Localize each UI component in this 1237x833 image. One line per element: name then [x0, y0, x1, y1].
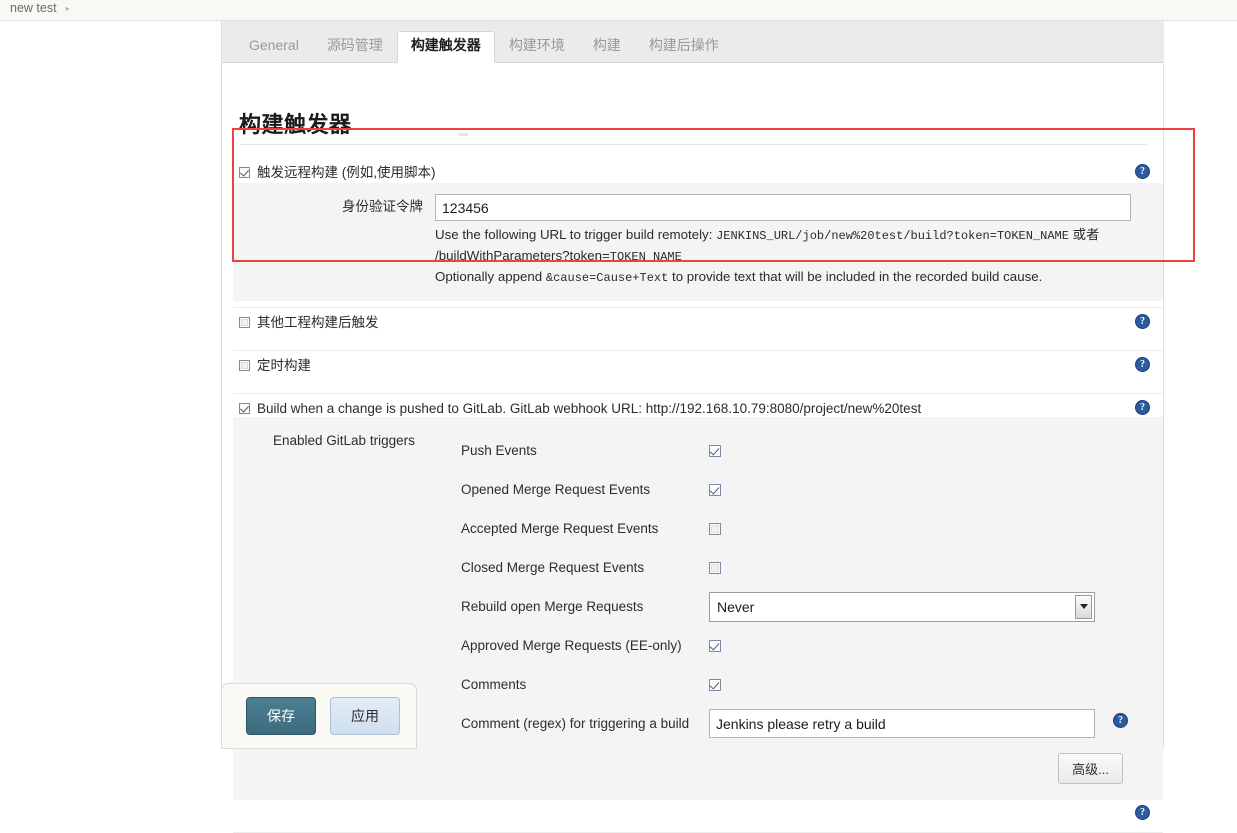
breadcrumb-item-project[interactable]: new test: [10, 1, 57, 15]
help-icon-gitlab-advanced[interactable]: ?: [1135, 805, 1150, 820]
advanced-button[interactable]: 高级...: [1058, 753, 1123, 784]
label-comments: Comments: [461, 677, 527, 692]
config-tab-bar: General 源码管理 构建触发器 构建环境 构建 构建后操作: [222, 21, 1164, 63]
breadcrumb: new test ▸: [10, 1, 70, 15]
select-rebuild-open-merge-requests[interactable]: Never: [709, 591, 1095, 622]
help-line1-suffix: 或者: [1068, 227, 1100, 242]
label-push-events: Push Events: [461, 443, 537, 458]
label-enabled-gitlab-triggers: Enabled GitLab triggers: [273, 433, 415, 448]
trigger-row-gitlab-webhook: Build when a change is pushed to GitLab.…: [233, 394, 1163, 833]
tab-source-code-management[interactable]: 源码管理: [313, 31, 397, 62]
checkbox-gitlab-webhook[interactable]: [239, 403, 250, 414]
help-line3-code: &cause=Cause+Text: [545, 271, 669, 285]
checkbox-trigger-remote-build[interactable]: [239, 167, 250, 178]
gitlab-tail-help-row: ?: [233, 800, 1163, 826]
remote-build-settings: 身份验证令牌 Use the following URL to trigger …: [233, 183, 1163, 301]
help-icon-scheduled-build[interactable]: ?: [1135, 357, 1150, 372]
label-comment-regex: Comment (regex) for triggering a build: [461, 716, 690, 731]
tab-build-triggers[interactable]: 构建触发器: [396, 31, 495, 63]
save-apply-bar: 保存 应用: [221, 683, 417, 749]
breadcrumb-bar: new test ▸: [0, 0, 1237, 21]
title-divider: [239, 144, 1147, 145]
help-line2-code: TOKEN_NAME: [609, 250, 682, 264]
gitlab-row-approved-merge-requests: Approved Merge Requests (EE-only): [461, 626, 1121, 665]
checkbox-closed-merge-request-events[interactable]: [709, 561, 721, 574]
label-rebuild-open-merge-requests: Rebuild open Merge Requests: [461, 599, 644, 614]
gitlab-row-opened-merge-request-events: Opened Merge Request Events: [461, 470, 1121, 509]
checkbox-after-other-projects[interactable]: [239, 317, 250, 328]
help-line3-prefix: Optionally append: [435, 269, 546, 284]
config-page-body: 构建触发器 触发远程构建 (例如,使用脚本) ? 身份验证令牌 123456 U…: [222, 64, 1164, 833]
save-button[interactable]: 保存: [246, 697, 316, 735]
label-opened-merge-request-events: Opened Merge Request Events: [461, 482, 651, 497]
label-gitlab-webhook: Build when a change is pushed to GitLab.…: [257, 401, 922, 416]
page-title: 构建触发器: [239, 112, 352, 137]
help-line1-prefix: Use the following URL to trigger build r…: [435, 227, 717, 242]
tab-build[interactable]: 构建: [579, 31, 635, 62]
gitlab-row-rebuild-open-merge-requests: Rebuild open Merge Requests Never: [461, 587, 1121, 626]
help-line3-suffix: to provide text that will be included in…: [668, 269, 1043, 284]
label-after-other-projects: 其他工程构建后触发: [257, 315, 379, 330]
apply-button[interactable]: 应用: [330, 697, 400, 735]
help-line2-plain: /buildWithParameters?token=: [435, 248, 610, 263]
help-icon-remote-build[interactable]: ?: [1135, 164, 1150, 179]
help-icon-comment-regex[interactable]: ?: [1113, 713, 1128, 728]
config-area: General 源码管理 构建触发器 构建环境 构建 构建后操作 构建触发器 触…: [221, 21, 1237, 833]
label-trigger-remote-build: 触发远程构建 (例如,使用脚本): [257, 165, 436, 180]
scroll-nub: [458, 133, 468, 136]
checkbox-approved-merge-requests[interactable]: [709, 639, 721, 652]
trigger-row-after-other-projects: 其他工程构建后触发 ?: [233, 308, 1163, 351]
trigger-row-remote-build: 触发远程构建 (例如,使用脚本) ? 身份验证令牌 Use the follow…: [233, 158, 1163, 308]
label-scheduled-build: 定时构建: [257, 358, 311, 373]
gitlab-row-push-events: Push Events: [461, 431, 1121, 470]
checkbox-opened-merge-request-events[interactable]: [709, 483, 721, 496]
gitlab-row-accepted-merge-request-events: Accepted Merge Request Events: [461, 509, 1121, 548]
remote-build-help-text: Use the following URL to trigger build r…: [435, 225, 1135, 288]
tab-general[interactable]: General: [235, 31, 313, 62]
gitlab-row-comments: Comments: [461, 665, 1121, 704]
select-rebuild-open-merge-requests-value: Never: [717, 598, 755, 615]
trigger-row-scheduled-build: 定时构建 ?: [233, 351, 1163, 394]
auth-token-input[interactable]: [435, 194, 1131, 221]
checkbox-accepted-merge-request-events[interactable]: [709, 522, 721, 535]
tab-build-environment[interactable]: 构建环境: [495, 31, 579, 62]
checkbox-scheduled-build[interactable]: [239, 360, 250, 371]
gitlab-row-closed-merge-request-events: Closed Merge Request Events: [461, 548, 1121, 587]
advanced-row: 高级...: [233, 743, 1163, 784]
chevron-right-icon[interactable]: ▸: [66, 5, 70, 13]
checkbox-push-events[interactable]: [709, 444, 721, 457]
gitlab-row-comment-regex: Comment (regex) for triggering a build ?: [461, 704, 1128, 743]
label-accepted-merge-request-events: Accepted Merge Request Events: [461, 521, 659, 536]
label-closed-merge-request-events: Closed Merge Request Events: [461, 560, 645, 575]
tab-post-build-actions[interactable]: 构建后操作: [635, 31, 733, 62]
checkbox-comments[interactable]: [709, 678, 721, 691]
help-line1-code: JENKINS_URL/job/new%20test/build?token=T…: [716, 229, 1069, 243]
help-icon-after-other-projects[interactable]: ?: [1135, 314, 1150, 329]
label-approved-merge-requests: Approved Merge Requests (EE-only): [461, 638, 682, 653]
label-auth-token: 身份验证令牌: [342, 199, 423, 214]
help-icon-gitlab-webhook[interactable]: ?: [1135, 400, 1150, 415]
comment-regex-input[interactable]: [709, 709, 1095, 738]
chevron-down-icon[interactable]: [1075, 594, 1092, 619]
gitlab-trigger-rows: Push Events Opened Merge Request Events …: [461, 431, 1128, 743]
